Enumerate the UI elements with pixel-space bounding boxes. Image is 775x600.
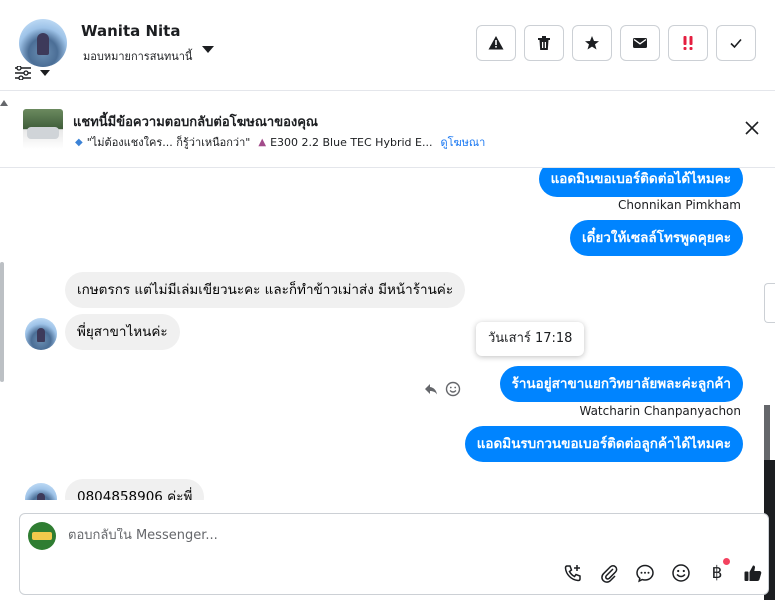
message-thread[interactable]: แอดมินขอเบอร์ติดต่อได้ไหมคะ Chonnikan Pi… xyxy=(0,168,775,500)
check-icon xyxy=(730,38,742,49)
warning-icon xyxy=(488,36,504,50)
saved-reply-button[interactable] xyxy=(634,562,656,584)
assign-conversation-label[interactable]: มอบหมายการสนทนานี้ xyxy=(83,47,192,65)
scrollbar-thumb[interactable] xyxy=(764,405,770,465)
exclamation-icon xyxy=(683,36,693,50)
message-bubble-outgoing[interactable]: ร้านอยู่สาขาแยกวิทยาลัยพละค่ะลูกค้า xyxy=(499,366,743,402)
ad-quote: "ไม่ต้องแชงใคร... ก็รู้ว่าเหนือกว่า" xyxy=(86,136,251,149)
close-icon[interactable] xyxy=(744,120,760,136)
assign-dropdown-icon[interactable] xyxy=(202,46,214,53)
message-composer: ฿ xyxy=(19,513,769,595)
sender-name: Chonnikan Pimkham xyxy=(618,198,741,212)
gem-icon: ◆ xyxy=(75,136,83,148)
emoji-icon xyxy=(672,564,690,582)
collapse-arrow-icon[interactable] xyxy=(0,100,8,106)
ad-banner-title: แชทนี้มีข้อความตอบกลับต่อโฆษณาของคุณ xyxy=(73,115,318,130)
side-panel-edge[interactable] xyxy=(764,283,775,323)
report-button[interactable] xyxy=(476,25,516,61)
mark-done-button[interactable] xyxy=(716,25,756,61)
react-emoji-icon[interactable] xyxy=(445,381,461,397)
call-icon xyxy=(564,565,581,582)
attach-button[interactable] xyxy=(598,562,620,584)
ad-thumbnail[interactable] xyxy=(23,109,63,149)
ad-product: E300 2.2 Blue TEC Hybrid E... xyxy=(270,135,433,149)
delete-button[interactable] xyxy=(524,25,564,61)
message-bubble-incoming[interactable]: พี่ยุสาขาไหนค่ะ xyxy=(65,314,180,350)
message-bubble-incoming[interactable]: เกษตรกร แต่ไม่มีเล่มเขียวนะคะ และก็ทำข้า… xyxy=(65,272,466,308)
payment-button[interactable]: ฿ xyxy=(706,562,728,584)
attachment-icon xyxy=(601,565,618,583)
ad-details: ◆ "ไม่ต้องแชงใคร... ก็รู้ว่าเหนือกว่า" ▲… xyxy=(75,133,485,151)
filter-dropdown-icon[interactable] xyxy=(40,70,50,76)
trash-icon xyxy=(538,36,550,50)
payment-icon: ฿ xyxy=(711,563,723,583)
message-bubble-incoming[interactable]: 0804858906 ค่ะพี่ xyxy=(65,479,205,500)
mark-unread-button[interactable] xyxy=(620,25,660,61)
page-avatar xyxy=(28,522,56,550)
view-ad-link[interactable]: ดูโฆษณา xyxy=(440,133,485,151)
emoji-button[interactable] xyxy=(670,562,692,584)
thumbs-up-icon xyxy=(744,565,762,581)
saved-reply-icon xyxy=(636,564,654,583)
reply-input[interactable] xyxy=(68,528,668,543)
star-icon xyxy=(585,36,599,50)
conversation-header: Wanita Nita มอบหมายการสนทนานี้ xyxy=(0,0,775,90)
filter-icon[interactable] xyxy=(14,66,32,80)
notification-dot xyxy=(723,558,730,565)
sender-name: Watcharin Chanpanyachon xyxy=(579,404,741,418)
call-button[interactable] xyxy=(562,562,584,584)
contact-avatar-small[interactable] xyxy=(25,483,57,500)
timestamp-tooltip: วันเสาร์ 17:18 xyxy=(476,322,585,356)
message-bubble-outgoing[interactable]: เดี๋ยวให้เซลล์โทรพูดคุยคะ xyxy=(570,220,743,256)
message-bubble-outgoing[interactable]: แอดมินรบกวนขอเบอร์ติดต่อลูกค้าได้ไหมคะ xyxy=(464,426,743,462)
message-bubble-outgoing[interactable]: แอดมินขอเบอร์ติดต่อได้ไหมคะ xyxy=(538,168,743,197)
reply-icon[interactable] xyxy=(423,381,439,397)
contact-avatar-small[interactable] xyxy=(25,318,57,350)
contact-name[interactable]: Wanita Nita xyxy=(81,22,180,40)
follow-up-button[interactable] xyxy=(668,25,708,61)
star-button[interactable] xyxy=(572,25,612,61)
message-actions xyxy=(423,381,461,397)
car-icon: ▲ xyxy=(258,136,267,148)
like-button[interactable] xyxy=(742,562,764,584)
contact-avatar[interactable] xyxy=(19,19,67,67)
ad-reply-banner: แชทนี้มีข้อความตอบกลับต่อโฆษณาของคุณ ◆ "… xyxy=(0,90,775,168)
envelope-icon xyxy=(633,38,647,48)
